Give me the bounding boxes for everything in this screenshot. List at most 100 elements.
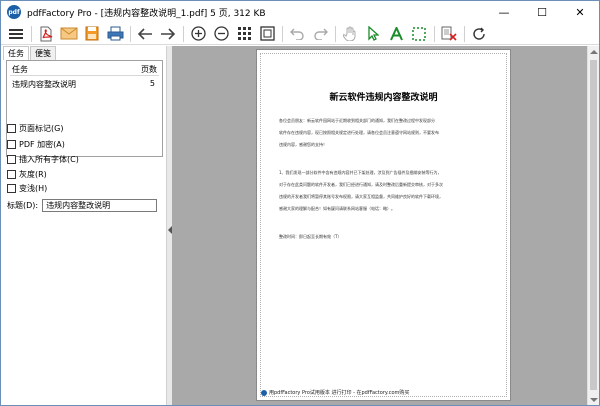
document-line: 对于存在此类问题的软件开发者，我们已经进行通知，请及时整改后重新提交审核，对于多… — [279, 182, 443, 187]
email-button[interactable] — [58, 24, 80, 44]
back-button[interactable] — [134, 24, 156, 44]
document-line: 违规的开发者我们将暂停其账号发布权限，请大家互相监督，共同维护良好的软件下载环境… — [279, 194, 443, 199]
toolbar — [1, 23, 599, 45]
toolbar-separator — [434, 25, 435, 42]
redo-button[interactable] — [309, 24, 331, 44]
zoom-in-icon — [190, 26, 206, 41]
delete-page-button[interactable] — [438, 24, 460, 44]
window-title: pdfFactory Pro - [违规内容整改说明_1.pdf] 5 页, 3… — [27, 8, 266, 19]
fit-page-icon — [259, 26, 275, 41]
lighten-checkbox[interactable] — [7, 183, 16, 193]
text-tool-button[interactable] — [385, 24, 407, 44]
refresh-button[interactable] — [468, 24, 490, 44]
page-marks-label: 页面标记(G) — [19, 123, 64, 133]
dashed-selection-icon — [412, 26, 426, 41]
pdffactory-logo-icon — [261, 389, 267, 396]
footer-text: 用pdfFactory Pro试用版本 进行打印 - 在pdfFactory.c… — [269, 390, 410, 396]
window-controls: — ☐ ✕ — [485, 1, 599, 23]
task-page-count: 5 — [149, 79, 155, 88]
crop-select-button[interactable] — [408, 24, 430, 44]
printer-icon — [107, 26, 123, 41]
grayscale-checkbox[interactable] — [7, 169, 16, 179]
select-tool-button[interactable] — [362, 24, 384, 44]
maximize-button[interactable]: ☐ — [523, 1, 561, 23]
minimize-button[interactable]: — — [485, 1, 523, 23]
document-line: 1、我们发现一部分软件中含有违规内容并已下架处理，涉及到广告插件及捆绑安装等行为… — [279, 170, 442, 175]
hand-tool-button[interactable] — [339, 24, 361, 44]
toolbar-separator — [335, 25, 336, 42]
refresh-icon — [473, 27, 485, 40]
forward-button[interactable] — [157, 24, 179, 44]
title-field-row: 标题(D): 违规内容整改说明 — [7, 199, 158, 212]
document-preview: 新云软件违规内容整改说明 各位会员朋友：新云软件园网站于近期收到相关部门的通知，… — [172, 46, 587, 405]
toolbar-separator — [130, 25, 131, 42]
document-line: 整改时间：即日起至长期有效（T） — [279, 234, 342, 239]
text-a-icon — [389, 26, 403, 40]
arrow-right-icon — [161, 27, 176, 40]
header-divider — [10, 75, 159, 76]
page-footer: 用pdfFactory Pro试用版本 进行打印 - 在pdfFactory.c… — [261, 389, 409, 396]
menu-button[interactable] — [5, 24, 27, 44]
column-header-pages[interactable]: 页数 — [141, 64, 157, 74]
page-margin-guide — [260, 53, 507, 397]
document-line: 违规内容，感谢您的支持！ — [279, 142, 327, 147]
envelope-icon — [60, 27, 78, 40]
document-heading: 新云软件违规内容整改说明 — [329, 93, 438, 103]
embed-fonts-label: 插入所有字体(C) — [19, 154, 79, 164]
document-line: 感谢大家的理解与配合！如有疑问请联系网站客服（电话：略）。 — [279, 206, 395, 211]
scroll-up-arrow-icon[interactable] — [590, 50, 598, 54]
close-button[interactable]: ✕ — [561, 1, 599, 23]
option-page-marks[interactable]: 页面标记(G) — [7, 122, 63, 134]
panel-tabs: 任务 便笺 — [3, 46, 57, 60]
grid-icon — [237, 27, 251, 40]
document-line: 软件存在违规内容，现已按照相关规定进行处理，请各位会员注意遵守网站规则，不要发布 — [279, 130, 439, 135]
embed-fonts-checkbox[interactable] — [7, 154, 16, 164]
task-row[interactable]: 违规内容整改说明 5 — [12, 79, 155, 90]
title-field-label: 标题(D): — [7, 201, 39, 210]
zoom-out-icon — [213, 26, 229, 41]
save-pdf-button[interactable] — [35, 24, 57, 44]
lighten-label: 变浅(H) — [19, 183, 48, 193]
document-line: 各位会员朋友：新云软件园网站于近期收到相关部门的通知，我们在整改过程中发现部分 — [279, 118, 435, 123]
task-list-header: 任务 页数 — [7, 61, 162, 74]
left-panel: 任务 便笺 任务 页数 违规内容整改说明 5 页面标记(G) PDF 加密(A)… — [1, 46, 166, 405]
option-grayscale[interactable]: 灰度(R) — [7, 168, 47, 180]
floppy-disk-icon — [85, 26, 99, 41]
vertical-scrollbar[interactable] — [587, 46, 599, 405]
pdf-file-icon — [40, 26, 53, 41]
option-pdf-encrypt[interactable]: PDF 加密(A) — [7, 138, 65, 150]
zoom-in-button[interactable] — [187, 24, 209, 44]
page-marks-checkbox[interactable] — [7, 123, 16, 133]
delete-page-icon — [441, 26, 457, 41]
scrollbar-thumb[interactable] — [590, 60, 597, 390]
cursor-arrow-icon — [368, 26, 379, 41]
hamburger-menu-icon — [9, 28, 23, 39]
column-header-task[interactable]: 任务 — [12, 64, 28, 74]
toolbar-separator — [282, 25, 283, 42]
app-window: pdf pdfFactory Pro - [违规内容整改说明_1.pdf] 5 … — [0, 0, 600, 406]
print-button[interactable] — [104, 24, 126, 44]
toolbar-separator — [183, 25, 184, 42]
zoom-out-button[interactable] — [210, 24, 232, 44]
title-input[interactable]: 违规内容整改说明 — [42, 199, 158, 212]
option-embed-fonts[interactable]: 插入所有字体(C) — [7, 153, 79, 165]
tab-tasks[interactable]: 任务 — [3, 46, 29, 60]
hand-icon — [343, 26, 356, 41]
arrow-left-icon — [137, 27, 152, 40]
pdf-page: 新云软件违规内容整改说明 各位会员朋友：新云软件园网站于近期收到相关部门的通知，… — [256, 49, 511, 401]
pdf-encrypt-checkbox[interactable] — [7, 139, 16, 149]
scroll-down-arrow-icon[interactable] — [590, 398, 598, 402]
option-lighten[interactable]: 变浅(H) — [7, 182, 47, 194]
pdffactory-app-icon: pdf — [7, 5, 21, 19]
thumbnails-button[interactable] — [233, 24, 255, 44]
undo-button[interactable] — [286, 24, 308, 44]
save-button[interactable] — [81, 24, 103, 44]
toolbar-separator — [31, 25, 32, 42]
title-bar: pdf pdfFactory Pro - [违规内容整改说明_1.pdf] 5 … — [1, 1, 599, 23]
undo-icon — [289, 28, 304, 40]
redo-icon — [313, 28, 328, 40]
pdf-encrypt-label: PDF 加密(A) — [19, 139, 65, 149]
fit-page-button[interactable] — [256, 24, 278, 44]
grayscale-label: 灰度(R) — [19, 169, 47, 179]
tab-notes[interactable]: 便笺 — [30, 46, 56, 60]
